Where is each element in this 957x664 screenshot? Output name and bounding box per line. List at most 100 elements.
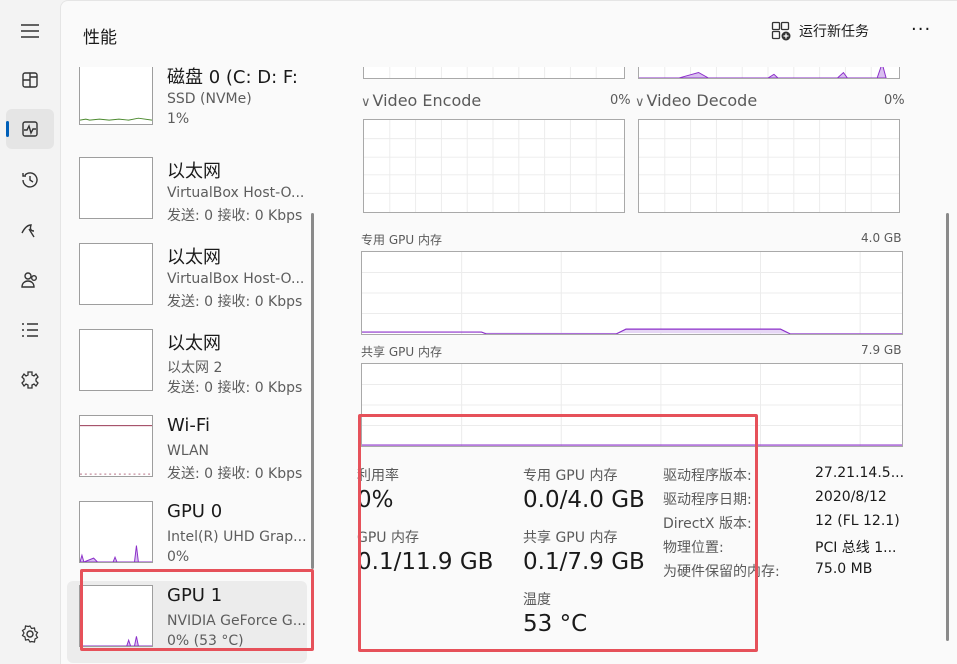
info-label: 物理位置: xyxy=(663,540,724,556)
device-stat: 发送: 0 接收: 0 Kbps xyxy=(167,208,303,224)
nav-rail xyxy=(0,0,60,664)
device-thumbnail-graph xyxy=(79,329,153,391)
device-item-7[interactable]: GPU 1 NVIDIA GeForce G... 0% (53 °C) xyxy=(67,581,307,663)
more-options-button[interactable]: ··· xyxy=(911,19,931,40)
nav-services-button[interactable] xyxy=(6,360,54,400)
temperature-label: 温度 xyxy=(523,592,551,608)
device-list-scrollbar[interactable] xyxy=(311,213,314,569)
processes-icon xyxy=(22,72,38,88)
settings-icon xyxy=(21,625,39,643)
nav-startup-apps-button[interactable] xyxy=(6,210,54,250)
gpu-memory-value: 0.1/11.9 GB xyxy=(357,549,494,575)
video-decode-graph xyxy=(638,119,900,213)
device-title: 磁盘 0 (C: D: F: xyxy=(167,67,298,88)
gpu-memory-label: GPU 内存 xyxy=(357,530,419,546)
device-subtitle: VirtualBox Host-O... xyxy=(167,185,305,201)
dedicated-memory-stat-label: 专用 GPU 内存 xyxy=(523,468,618,484)
chevron-down-icon: ∨ xyxy=(361,95,371,110)
info-label: 驱动程序版本: xyxy=(663,468,752,484)
dedicated-gpu-memory-graph xyxy=(361,251,903,335)
temperature-value: 53 °C xyxy=(523,611,588,637)
device-list[interactable]: 磁盘 0 (C: D: F: SSD (NVMe) 1% 以太网 VirtualBox … xyxy=(61,67,323,664)
content-scrollbar[interactable] xyxy=(946,213,949,641)
utilization-value: 0% xyxy=(357,487,394,513)
device-thumbnail-graph xyxy=(79,585,153,647)
users-icon xyxy=(21,272,37,288)
info-label: 驱动程序日期: xyxy=(663,492,752,508)
info-label: DirectX 版本: xyxy=(663,516,752,532)
run-new-task-label: 运行新任务 xyxy=(799,24,869,40)
task-manager-window: 性能 运行新任务 ··· 磁盘 0 (C: D: F: SSD (NVMe) 1% 以… xyxy=(0,0,957,664)
device-thumbnail-graph xyxy=(79,157,153,219)
device-subtitle: 以太网 2 xyxy=(167,360,223,376)
graph-copy-partial xyxy=(638,67,900,79)
device-item-3[interactable]: 以太网 VirtualBox Host-O... 发送: 0 接收: 0 Kbps xyxy=(67,239,307,321)
device-title: GPU 1 xyxy=(167,585,223,606)
details-icon xyxy=(22,323,38,337)
nav-performance-button[interactable] xyxy=(6,109,54,149)
video-encode-percent: 0% xyxy=(610,93,631,108)
shared-memory-stat-label: 共享 GPU 内存 xyxy=(523,530,618,546)
nav-processes-button[interactable] xyxy=(6,60,54,100)
graph-3d-partial xyxy=(363,67,625,79)
device-item-5[interactable]: Wi-Fi WLAN 发送: 0 接收: 0 Kbps xyxy=(67,411,307,493)
device-thumbnail-graph xyxy=(79,243,153,305)
gpu-detail-pane: ∨ Video Encode 0% ∨ Video Decode 0% 专用 GPU… xyxy=(323,67,937,664)
dedicated-gpu-memory-label: 专用 GPU 内存 xyxy=(361,233,442,247)
device-title: 以太网 xyxy=(167,247,221,268)
page-title: 性能 xyxy=(83,28,117,48)
device-item-2[interactable]: 以太网 VirtualBox Host-O... 发送: 0 接收: 0 Kbps xyxy=(67,153,307,235)
device-subtitle: NVIDIA GeForce G... xyxy=(167,613,307,629)
hamburger-menu-button[interactable] xyxy=(6,11,54,51)
device-item-4[interactable]: 以太网 以太网 2 发送: 0 接收: 0 Kbps xyxy=(67,325,307,407)
device-subtitle: WLAN xyxy=(167,443,210,459)
device-stat: 发送: 0 接收: 0 Kbps xyxy=(167,294,303,310)
device-title: GPU 0 xyxy=(167,501,223,522)
services-icon xyxy=(21,371,39,389)
info-value: 75.0 MB xyxy=(815,561,873,577)
device-stat: 0% xyxy=(167,549,190,565)
device-subtitle: SSD (NVMe) xyxy=(167,91,252,107)
new-task-icon xyxy=(771,21,791,41)
nav-settings-button[interactable] xyxy=(6,614,54,654)
info-label: 为硬件保留的内存: xyxy=(663,564,780,580)
device-title: Wi-Fi xyxy=(167,415,210,436)
video-decode-percent: 0% xyxy=(884,93,905,108)
device-subtitle: VirtualBox Host-O... xyxy=(167,271,305,287)
device-stat: 发送: 0 接收: 0 Kbps xyxy=(167,380,303,396)
video-encode-header[interactable]: ∨ Video Encode xyxy=(361,91,481,110)
device-stat: 发送: 0 接收: 0 Kbps xyxy=(167,466,303,482)
device-stat: 1% xyxy=(167,111,190,127)
startup-apps-icon xyxy=(21,224,35,238)
info-value: 27.21.14.5... xyxy=(815,465,905,481)
info-value: 12 (FL 12.1) xyxy=(815,513,900,529)
nav-details-button[interactable] xyxy=(6,310,54,350)
shared-gpu-memory-max: 7.9 GB xyxy=(861,343,902,357)
shared-gpu-memory-label: 共享 GPU 内存 xyxy=(361,345,442,359)
nav-users-button[interactable] xyxy=(6,260,54,300)
shared-gpu-memory-graph xyxy=(361,363,903,447)
device-stat: 0% (53 °C) xyxy=(167,633,244,649)
video-encode-label: Video Encode xyxy=(372,91,482,110)
dedicated-memory-stat-value: 0.0/4.0 GB xyxy=(523,487,645,513)
info-value: 2020/8/12 xyxy=(815,489,887,505)
device-subtitle: Intel(R) UHD Grap... xyxy=(167,529,307,545)
nav-app-history-button[interactable] xyxy=(6,160,54,200)
video-decode-header[interactable]: ∨ Video Decode xyxy=(635,91,757,110)
app-history-icon xyxy=(22,172,38,188)
shared-memory-stat-value: 0.1/7.9 GB xyxy=(523,549,645,575)
device-thumbnail-graph xyxy=(79,501,153,563)
run-new-task-button[interactable]: 运行新任务 xyxy=(771,21,869,41)
menu-icon xyxy=(21,24,39,38)
device-item-1[interactable]: 磁盘 0 (C: D: F: SSD (NVMe) 1% xyxy=(67,67,307,141)
chevron-down-icon: ∨ xyxy=(635,95,645,110)
video-decode-label: Video Decode xyxy=(646,91,758,110)
info-value: PCI 总线 1... xyxy=(815,540,897,556)
device-thumbnail-graph xyxy=(79,415,153,477)
performance-icon xyxy=(22,121,38,137)
device-thumbnail-graph xyxy=(79,67,153,125)
dedicated-gpu-memory-max: 4.0 GB xyxy=(861,231,902,245)
device-item-6[interactable]: GPU 0 Intel(R) UHD Grap... 0% xyxy=(67,497,307,579)
utilization-label: 利用率 xyxy=(357,468,399,484)
video-encode-graph xyxy=(363,119,625,213)
